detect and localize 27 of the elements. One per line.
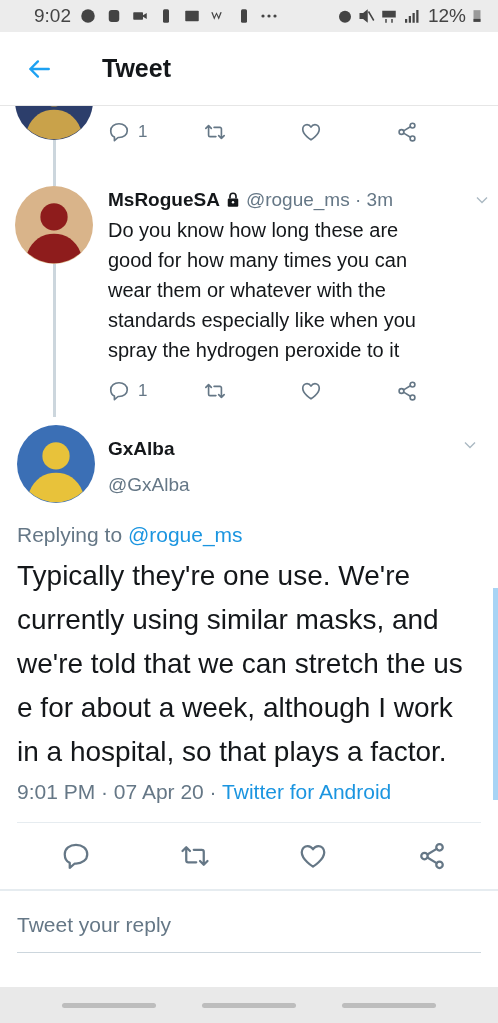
like-icon[interactable]	[300, 121, 322, 143]
mention-link[interactable]: @rogue_ms	[127, 522, 243, 546]
reply-count: 1	[138, 121, 148, 144]
battery-percent: 12%	[427, 3, 466, 28]
header-title: Tweet	[102, 52, 171, 84]
status-time: 9:02	[34, 3, 71, 28]
handle-and-time: @rogue_ms · 3m	[245, 188, 394, 213]
author-name: GxAlba	[108, 436, 176, 461]
source-link[interactable]: Twitter for Android	[222, 780, 392, 803]
mute-icon	[357, 7, 376, 25]
reply-count: 1	[138, 379, 148, 402]
tweet-text: Do you know how long these are good for how many times you can wear them or whatever with the standards especially like when you spray the hydrogen peroxide to it	[108, 217, 417, 363]
avatar-silhouette-icon	[17, 424, 95, 503]
reply-icon[interactable]	[108, 379, 130, 402]
nav-gesture-handle[interactable]	[202, 1002, 296, 1008]
nav-gesture-handle[interactable]	[62, 1002, 156, 1008]
author-name: MsRogueSA	[108, 188, 220, 212]
avatar-silhouette-icon	[15, 186, 93, 264]
reply-icon[interactable]	[108, 121, 130, 143]
tweet-text: Typically they're one use. We're currently using similar masks, and we're told that we can stretch the us e for about a week, although I work in a hospital, so that plays a factor.	[17, 559, 464, 769]
replying-line: Replying to @rogue_ms	[16, 521, 244, 549]
scroll-bar[interactable]	[493, 588, 498, 800]
more-icon	[261, 14, 277, 18]
share-icon[interactable]	[396, 379, 418, 402]
share-icon[interactable]	[396, 121, 418, 143]
author-handle: @GxAlba	[108, 473, 191, 497]
nav-gesture-handle[interactable]	[342, 1002, 436, 1008]
